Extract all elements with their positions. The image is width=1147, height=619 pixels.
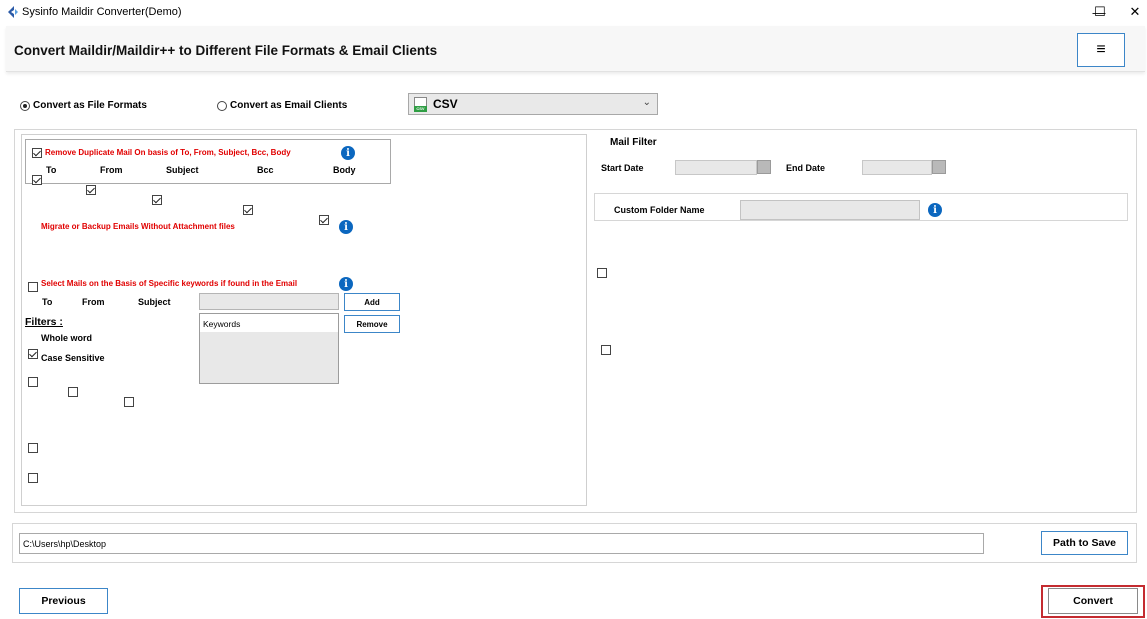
kw-from-checkbox[interactable] — [68, 387, 78, 397]
email-clients-label[interactable]: Convert as Email Clients — [230, 100, 347, 111]
keywords-list-header: Keywords — [200, 314, 338, 332]
menu-icon: ≡ — [1096, 41, 1106, 58]
format-select-value: CSV — [433, 97, 458, 111]
csv-file-icon: CSV — [414, 96, 427, 112]
custom-folder-label: Custom Folder Name — [614, 205, 705, 215]
custom-folder-input[interactable] — [740, 200, 920, 220]
remove-keyword-button[interactable]: Remove — [344, 315, 400, 333]
maximize-button[interactable]: ☐ — [1082, 0, 1118, 24]
save-path-input[interactable]: C:\Users\hp\Desktop — [19, 533, 984, 554]
whole-word-label: Whole word — [41, 333, 92, 343]
app-logo-icon — [8, 6, 18, 18]
custom-folder-checkbox[interactable] — [601, 345, 611, 355]
filters-title: Filters : — [25, 316, 63, 328]
dup-bcc-checkbox[interactable] — [243, 205, 253, 215]
file-formats-label[interactable]: Convert as File Formats — [33, 100, 147, 111]
kw-subject-label: Subject — [138, 297, 171, 307]
kw-subject-checkbox[interactable] — [124, 397, 134, 407]
remove-duplicate-checkbox[interactable] — [32, 148, 42, 158]
end-date-label: End Date — [786, 163, 826, 173]
case-sensitive-label: Case Sensitive — [41, 353, 105, 363]
dup-from-checkbox[interactable] — [86, 185, 96, 195]
page-title: Convert Maildir/Maildir++ to Different F… — [14, 43, 438, 58]
window-title: Sysinfo Maildir Converter(Demo) — [22, 6, 182, 18]
end-date-input[interactable] — [862, 160, 932, 175]
mail-filter-checkbox[interactable] — [597, 268, 607, 278]
kw-to-checkbox[interactable] — [28, 377, 38, 387]
start-date-input[interactable] — [675, 160, 757, 175]
hamburger-menu-button[interactable]: ≡ — [1077, 33, 1125, 67]
mail-filter-label: Mail Filter — [610, 137, 657, 148]
attachments-info-icon[interactable]: i — [339, 220, 353, 234]
duplicate-info-icon[interactable]: i — [341, 146, 355, 160]
previous-button[interactable]: Previous — [19, 588, 108, 614]
format-select[interactable]: CSV CSV ⌄ — [408, 93, 658, 115]
end-date-calendar-icon[interactable] — [932, 160, 946, 174]
dup-to-checkbox[interactable] — [32, 175, 42, 185]
case-sensitive-checkbox[interactable] — [28, 473, 38, 483]
custom-folder-info-icon[interactable]: i — [928, 203, 942, 217]
kw-from-label: From — [82, 297, 105, 307]
keywords-label: Select Mails on the Basis of Specific ke… — [41, 279, 298, 288]
without-attachments-checkbox[interactable] — [28, 282, 38, 292]
dup-from-label: From — [100, 165, 123, 175]
convert-button[interactable]: Convert — [1048, 588, 1138, 614]
dup-bcc-label: Bcc — [257, 165, 274, 175]
without-attachments-label: Migrate or Backup Emails Without Attachm… — [41, 222, 235, 231]
whole-word-checkbox[interactable] — [28, 443, 38, 453]
file-formats-radio[interactable] — [20, 101, 30, 111]
dup-subject-checkbox[interactable] — [152, 195, 162, 205]
path-to-save-button[interactable]: Path to Save — [1041, 531, 1128, 555]
kw-to-label: To — [42, 297, 53, 307]
start-date-label: Start Date — [601, 163, 644, 173]
start-date-calendar-icon[interactable] — [757, 160, 771, 174]
dup-subject-label: Subject — [166, 165, 199, 175]
keywords-info-icon[interactable]: i — [339, 277, 353, 291]
dup-body-checkbox[interactable] — [319, 215, 329, 225]
email-clients-radio[interactable] — [217, 101, 227, 111]
keywords-checkbox[interactable] — [28, 349, 38, 359]
close-button[interactable]: ✕ — [1117, 0, 1147, 24]
dup-body-label: Body — [333, 165, 356, 175]
keyword-input[interactable] — [199, 293, 339, 310]
chevron-down-icon: ⌄ — [642, 97, 651, 108]
duplicate-group — [25, 139, 391, 184]
remove-duplicate-label: Remove Duplicate Mail On basis of To, Fr… — [45, 148, 291, 157]
add-keyword-button[interactable]: Add — [344, 293, 400, 311]
keywords-list[interactable]: Keywords — [199, 313, 339, 384]
dup-to-label: To — [46, 165, 57, 175]
